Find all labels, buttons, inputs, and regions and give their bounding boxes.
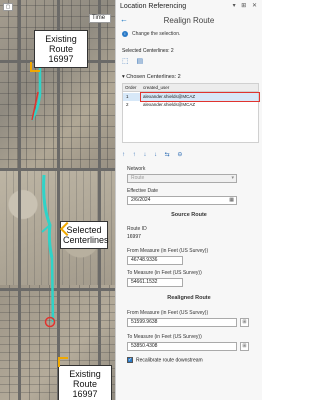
callout-existing-route-top: Existing Route 16997 — [34, 30, 88, 68]
info-icon: i — [122, 31, 128, 37]
source-from-measure-field[interactable]: 46748.9336 — [127, 256, 183, 265]
source-from-measure-label: From Measure (in Feet (US Survey)) — [127, 248, 209, 254]
network-select: Route ▾ — [127, 174, 237, 183]
tool-title: Realign Route — [163, 16, 215, 25]
realigned-route-heading: Realigned Route — [167, 295, 211, 301]
order-tools[interactable]: ↑ ↑ ↓ ↓ ⇆ ⊖ — [122, 151, 185, 158]
route-id-value: 16997 — [127, 234, 141, 240]
selected-centerlines-count: Selected Centerlines: 2 — [122, 48, 174, 54]
checkbox-checked-icon[interactable]: ✓ — [127, 357, 133, 363]
pane-window-controls[interactable]: ▾ ⊞ ✕ — [233, 2, 259, 9]
route-id-label: Route ID — [127, 226, 147, 232]
time-slider-toggle[interactable]: Time — [89, 14, 111, 23]
callout-existing-route-bottom: Existing Route 16997 — [58, 365, 112, 400]
map-view[interactable]: ▢ Time Existing Route 16997 Selected Cen… — [0, 0, 115, 400]
chosen-centerlines-grid[interactable]: Order created_user 1 alexander.shields@M… — [122, 83, 260, 143]
grid-row[interactable]: 2 alexander.shields@MCAZ — [123, 101, 258, 109]
calendar-icon[interactable]: ▦ — [229, 197, 234, 204]
calculate-icon[interactable]: ⊞ — [240, 342, 249, 351]
column-order[interactable]: Order — [125, 84, 137, 91]
highlight-box — [140, 92, 260, 102]
column-created-user[interactable]: created_user — [143, 84, 169, 91]
existing-route-line-bottom — [50, 257, 55, 323]
calculate-icon[interactable]: ⊞ — [240, 318, 249, 327]
source-to-measure-field[interactable]: 54661.1532 — [127, 278, 183, 287]
realigned-to-measure-field[interactable]: 53850.4308 — [127, 342, 237, 351]
network-label: Network — [127, 166, 146, 172]
recalibrate-checkbox[interactable]: ✓ Recalibrate route downstream — [127, 357, 203, 363]
realigned-to-measure-label: To Measure (in Feet (US Survey)) — [127, 334, 202, 340]
selection-tools[interactable]: ⬚ ▤ — [122, 57, 146, 65]
source-to-measure-label: To Measure (in Feet (US Survey)) — [127, 270, 202, 276]
info-message: i Change the selection. — [122, 31, 180, 37]
effective-date-label: Effective Date — [127, 188, 159, 194]
route-endpoint-marker — [44, 316, 56, 328]
effective-date-field[interactable]: 2/6/2024 ▦ — [127, 196, 237, 205]
location-referencing-pane: Location Referencing ▾ ⊞ ✕ ← Realign Rou… — [115, 0, 262, 400]
realigned-from-measure-field[interactable]: 51599.9638 — [127, 318, 237, 327]
chevron-down-icon: ▾ — [231, 175, 234, 181]
grid-header: Order created_user — [123, 84, 258, 92]
selected-centerline-line — [42, 174, 54, 259]
map-tool-icon[interactable]: ▢ — [3, 3, 13, 11]
time-label: Time — [92, 15, 106, 21]
callout-arrow-top — [30, 62, 40, 72]
callout-arrow-bottom — [58, 357, 68, 367]
pane-title: Location Referencing — [120, 3, 187, 10]
realigned-from-measure-label: From Measure (in Feet (US Survey)) — [127, 310, 209, 316]
source-route-heading: Source Route — [171, 212, 207, 218]
chosen-centerlines-header[interactable]: ▾ Chosen Centerlines: 2 — [122, 74, 181, 80]
